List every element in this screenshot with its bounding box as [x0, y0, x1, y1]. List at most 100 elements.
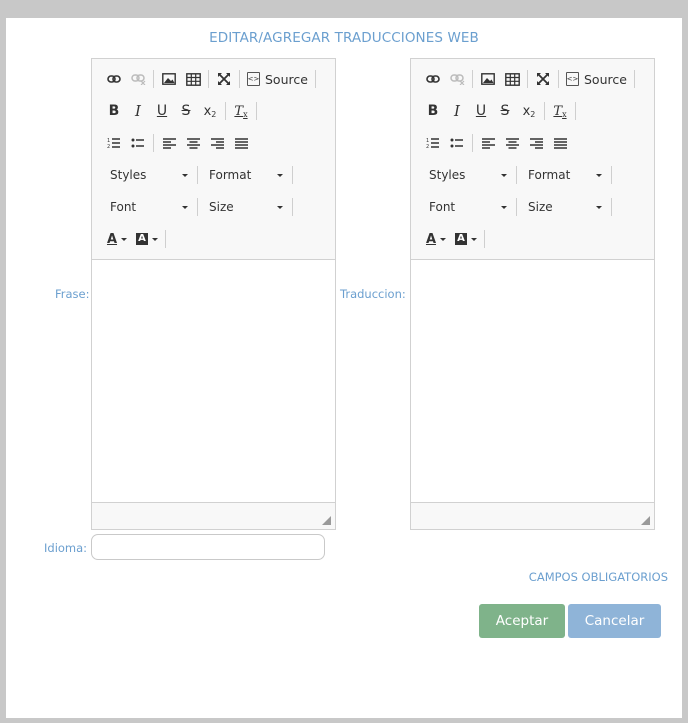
unlink-icon[interactable]: [126, 68, 150, 90]
chevron-down-icon: [277, 173, 283, 177]
bold-button[interactable]: B: [102, 100, 126, 122]
text-color-button[interactable]: A: [102, 228, 132, 250]
image-icon[interactable]: [476, 68, 500, 90]
subscript-button[interactable]: x2: [198, 100, 222, 122]
chevron-down-icon: [596, 173, 602, 177]
source-label: Source: [584, 71, 627, 87]
font-dropdown[interactable]: Font: [102, 196, 194, 218]
align-right-icon[interactable]: [205, 132, 229, 154]
justify-icon[interactable]: [229, 132, 253, 154]
svg-text:2: 2: [107, 144, 110, 149]
remove-format-glyph: T: [234, 103, 244, 119]
editor-toolbar: <> Source B I U S x2 Tx 1 2 Styles Forma…: [92, 59, 335, 260]
traduccion-edit-area[interactable]: [411, 260, 654, 502]
background-color-button[interactable]: A: [451, 228, 481, 250]
styles-dropdown[interactable]: Styles: [421, 164, 513, 186]
link-icon[interactable]: [421, 68, 445, 90]
toolbar-separator: [516, 198, 517, 216]
remove-format-small: x: [562, 109, 567, 119]
subscript-button[interactable]: x2: [517, 100, 541, 122]
translation-dialog: EDITAR/AGREGAR TRADUCCIONES WEB Frase: <…: [6, 18, 682, 718]
underline-button[interactable]: U: [469, 100, 493, 122]
toolbar-separator: [153, 134, 154, 152]
toolbar-separator: [472, 134, 473, 152]
strikethrough-button[interactable]: S: [174, 100, 198, 122]
align-left-icon[interactable]: [476, 132, 500, 154]
link-icon[interactable]: [102, 68, 126, 90]
source-icon: <>: [247, 72, 260, 86]
traduccion-label: Traduccion:: [340, 287, 406, 301]
align-center-icon[interactable]: [500, 132, 524, 154]
source-icon: <>: [566, 72, 579, 86]
toolbar-separator: [472, 70, 473, 88]
subscript-glyph: x: [203, 103, 212, 119]
styles-dropdown[interactable]: Styles: [102, 164, 194, 186]
resize-handle-icon[interactable]: [641, 516, 650, 525]
size-dropdown[interactable]: Size: [201, 196, 289, 218]
size-label: Size: [528, 200, 553, 214]
image-icon[interactable]: [157, 68, 181, 90]
bulleted-list-icon[interactable]: [445, 132, 469, 154]
numbered-list-icon[interactable]: 12: [102, 132, 126, 154]
remove-format-small: x: [243, 109, 248, 119]
font-dropdown[interactable]: Font: [421, 196, 513, 218]
bulleted-list-icon[interactable]: [126, 132, 150, 154]
italic-button[interactable]: I: [445, 100, 469, 122]
underline-button[interactable]: U: [150, 100, 174, 122]
bold-button[interactable]: B: [421, 100, 445, 122]
resize-handle-icon[interactable]: [322, 516, 331, 525]
editor-toolbar: <> Source B I U S x2 Tx 1 2 Styles Forma…: [411, 59, 654, 260]
toolbar-separator: [484, 230, 485, 248]
cancel-button[interactable]: Cancelar: [568, 604, 661, 638]
align-right-icon[interactable]: [524, 132, 548, 154]
frase-edit-area[interactable]: [92, 260, 335, 502]
format-dropdown[interactable]: Format: [201, 164, 289, 186]
toolbar-separator: [197, 198, 198, 216]
editor-bottom-bar: [411, 502, 654, 529]
traduccion-editor: <> Source B I U S x2 Tx 1 2 Styles Forma…: [410, 58, 655, 530]
format-dropdown[interactable]: Format: [520, 164, 608, 186]
text-color-icon: A: [425, 231, 437, 247]
align-left-icon[interactable]: [157, 132, 181, 154]
background-color-icon: A: [455, 233, 467, 245]
remove-format-button[interactable]: Tx: [548, 100, 572, 122]
unlink-icon[interactable]: [445, 68, 469, 90]
required-fields-notice: CAMPOS OBLIGATORIOS: [528, 570, 668, 584]
maximize-icon[interactable]: [212, 68, 236, 90]
maximize-icon[interactable]: [531, 68, 555, 90]
numbered-list-icon[interactable]: 12: [421, 132, 445, 154]
chevron-down-icon: [121, 237, 128, 241]
toolbar-separator: [225, 102, 226, 120]
svg-text:2: 2: [426, 144, 429, 149]
editor-bottom-bar: [92, 502, 335, 529]
text-color-button[interactable]: A: [421, 228, 451, 250]
chevron-down-icon: [151, 237, 158, 241]
subscript-glyph: x: [522, 103, 531, 119]
italic-button[interactable]: I: [126, 100, 150, 122]
justify-icon[interactable]: [548, 132, 572, 154]
idioma-input[interactable]: [91, 534, 325, 560]
source-button[interactable]: <> Source: [243, 68, 312, 90]
remove-format-button[interactable]: Tx: [229, 100, 253, 122]
table-icon[interactable]: [500, 68, 524, 90]
toolbar-separator: [527, 70, 528, 88]
size-dropdown[interactable]: Size: [520, 196, 608, 218]
format-label: Format: [528, 168, 571, 182]
source-button[interactable]: <> Source: [562, 68, 631, 90]
font-label: Font: [110, 200, 137, 214]
toolbar-separator: [292, 198, 293, 216]
toolbar-separator: [516, 166, 517, 184]
chevron-down-icon: [182, 173, 188, 177]
styles-label: Styles: [110, 168, 147, 182]
chevron-down-icon: [470, 237, 477, 241]
toolbar-separator: [239, 70, 240, 88]
toolbar-separator: [544, 102, 545, 120]
align-center-icon[interactable]: [181, 132, 205, 154]
table-icon[interactable]: [181, 68, 205, 90]
accept-button[interactable]: Aceptar: [479, 604, 565, 638]
remove-format-glyph: T: [553, 103, 563, 119]
toolbar-separator: [575, 102, 576, 120]
toolbar-separator: [153, 70, 154, 88]
strikethrough-button[interactable]: S: [493, 100, 517, 122]
background-color-button[interactable]: A: [132, 228, 162, 250]
